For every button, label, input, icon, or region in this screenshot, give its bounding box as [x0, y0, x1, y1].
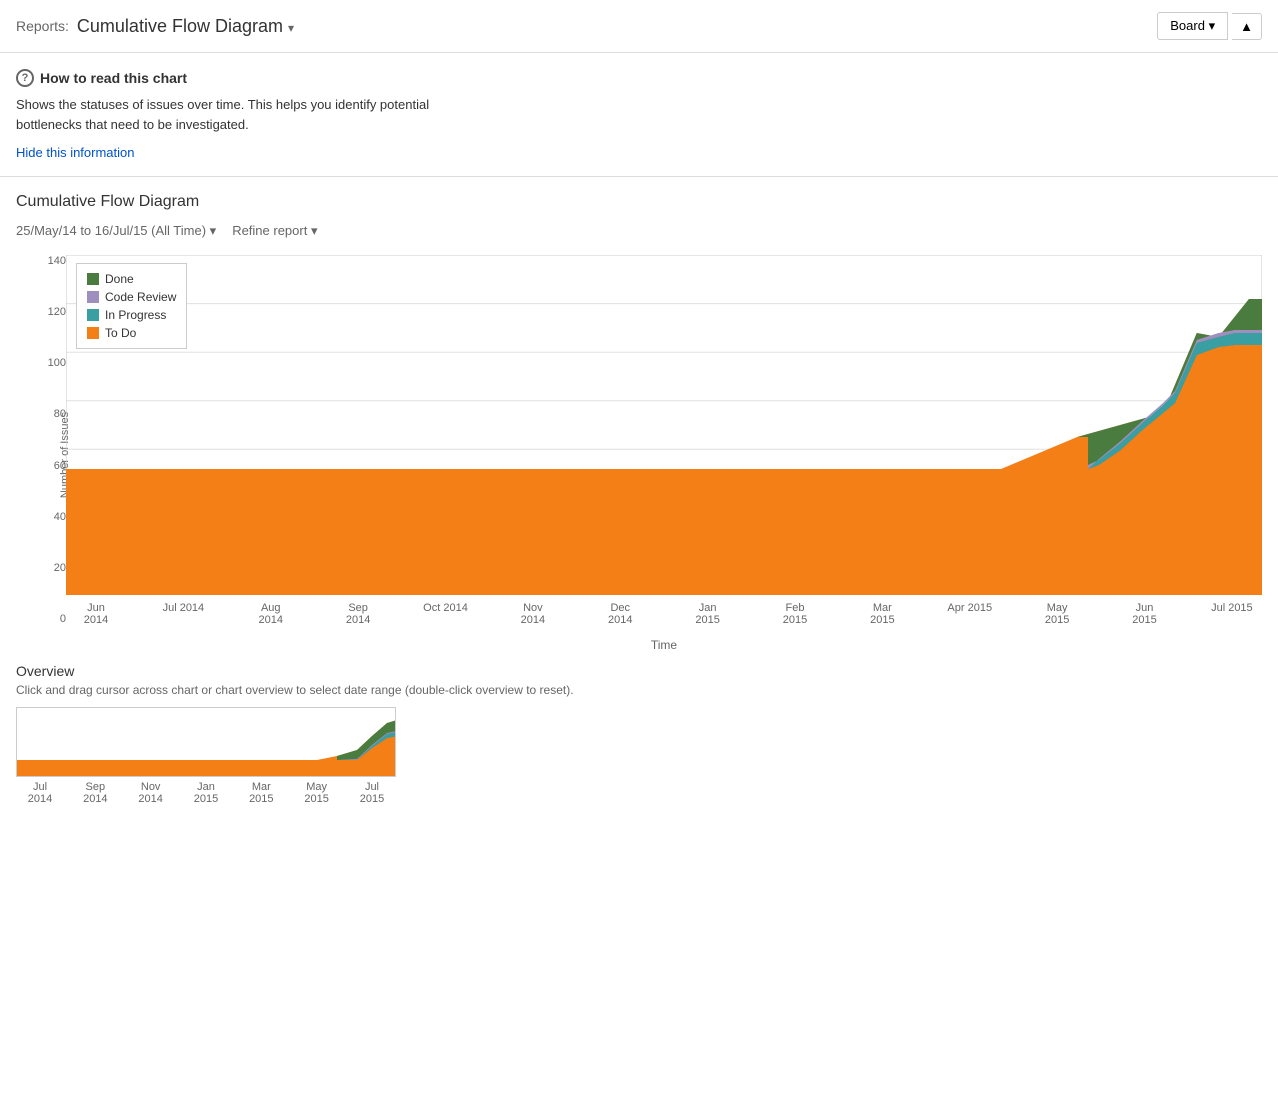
x-label-jun2014: Jun 2014	[66, 602, 126, 634]
page-header: Reports: Cumulative Flow Diagram ▾ Board…	[0, 0, 1278, 53]
legend-code-review: Code Review	[87, 290, 176, 304]
info-section: ? How to read this chart Shows the statu…	[0, 53, 1278, 160]
collapse-button[interactable]: ▲	[1232, 13, 1262, 40]
chart-section: Cumulative Flow Diagram 25/May/14 to 16/…	[0, 193, 1278, 655]
x-axis-title: Time	[66, 638, 1262, 652]
help-icon: ?	[16, 69, 34, 87]
chart-container: Number of Issues 140 120 100 80 60 40 20…	[16, 255, 1262, 655]
x-label-jul2015: Jul 2015	[1202, 602, 1262, 634]
x-label-jun2015: Jun 2015	[1115, 602, 1175, 634]
legend-to-do-label: To Do	[105, 326, 136, 340]
section-divider	[0, 176, 1278, 177]
board-button[interactable]: Board ▾	[1157, 12, 1228, 40]
legend-done: Done	[87, 272, 176, 286]
legend-in-progress: In Progress	[87, 308, 176, 322]
x-label-oct2014: Oct 2014	[416, 602, 476, 634]
overview-chart-container: Jul 2014 Sep 2014 Nov 2014 Jan 2015 Mar …	[16, 707, 1262, 805]
overview-desc: Click and drag cursor across chart or ch…	[16, 683, 1262, 697]
header-left: Reports: Cumulative Flow Diagram ▾	[16, 16, 294, 37]
chart-inner: Done Code Review In Progress To Do	[66, 255, 1262, 655]
chart-title: Cumulative Flow Diagram	[16, 193, 1262, 211]
overview-chart[interactable]	[16, 707, 396, 777]
overview-svg	[17, 708, 396, 777]
legend-in-progress-color	[87, 309, 99, 321]
overview-title: Overview	[16, 663, 1262, 679]
x-label-feb2015: Feb 2015	[765, 602, 825, 634]
reports-label: Reports:	[16, 18, 69, 34]
x-label-jan2015: Jan 2015	[678, 602, 738, 634]
chart-svg	[66, 255, 1262, 595]
chart-wrap: 140 120 100 80 60 40 20 0 Done	[16, 255, 1262, 655]
x-label-sep2014: Sep 2014	[328, 602, 388, 634]
legend-code-review-label: Code Review	[105, 290, 176, 304]
legend-to-do-color	[87, 327, 99, 339]
x-label-dec2014: Dec 2014	[590, 602, 650, 634]
report-title: Cumulative Flow Diagram ▾	[77, 16, 294, 37]
overview-section: Overview Click and drag cursor across ch…	[0, 663, 1278, 805]
x-label-apr2015: Apr 2015	[940, 602, 1000, 634]
overview-x-axis: Jul 2014 Sep 2014 Nov 2014 Jan 2015 Mar …	[16, 781, 396, 805]
legend-done-label: Done	[105, 272, 134, 286]
x-label-aug2014: Aug 2014	[241, 602, 301, 634]
x-label-jul2014: Jul 2014	[153, 602, 213, 634]
x-label-mar2015: Mar 2015	[852, 602, 912, 634]
refine-report-button[interactable]: Refine report ▾	[232, 223, 317, 239]
x-label-nov2014: Nov 2014	[503, 602, 563, 634]
legend-in-progress-label: In Progress	[105, 308, 166, 322]
x-label-may2015: May 2015	[1027, 602, 1087, 634]
info-title: ? How to read this chart	[16, 69, 1262, 87]
legend-done-color	[87, 273, 99, 285]
x-axis: Jun 2014 Jul 2014 Aug 2014 Sep 2014	[66, 598, 1262, 634]
info-description: Shows the statuses of issues over time. …	[16, 95, 1262, 134]
to-do-area	[66, 299, 1262, 595]
report-title-arrow[interactable]: ▾	[288, 21, 294, 35]
date-range-button[interactable]: 25/May/14 to 16/Jul/15 (All Time) ▾	[16, 223, 216, 239]
header-right: Board ▾ ▲	[1157, 12, 1262, 40]
chart-controls: 25/May/14 to 16/Jul/15 (All Time) ▾ Refi…	[16, 223, 1262, 239]
chart-legend: Done Code Review In Progress To Do	[76, 263, 187, 349]
hide-info-link[interactable]: Hide this information	[16, 145, 135, 160]
legend-to-do: To Do	[87, 326, 176, 340]
legend-code-review-color	[87, 291, 99, 303]
